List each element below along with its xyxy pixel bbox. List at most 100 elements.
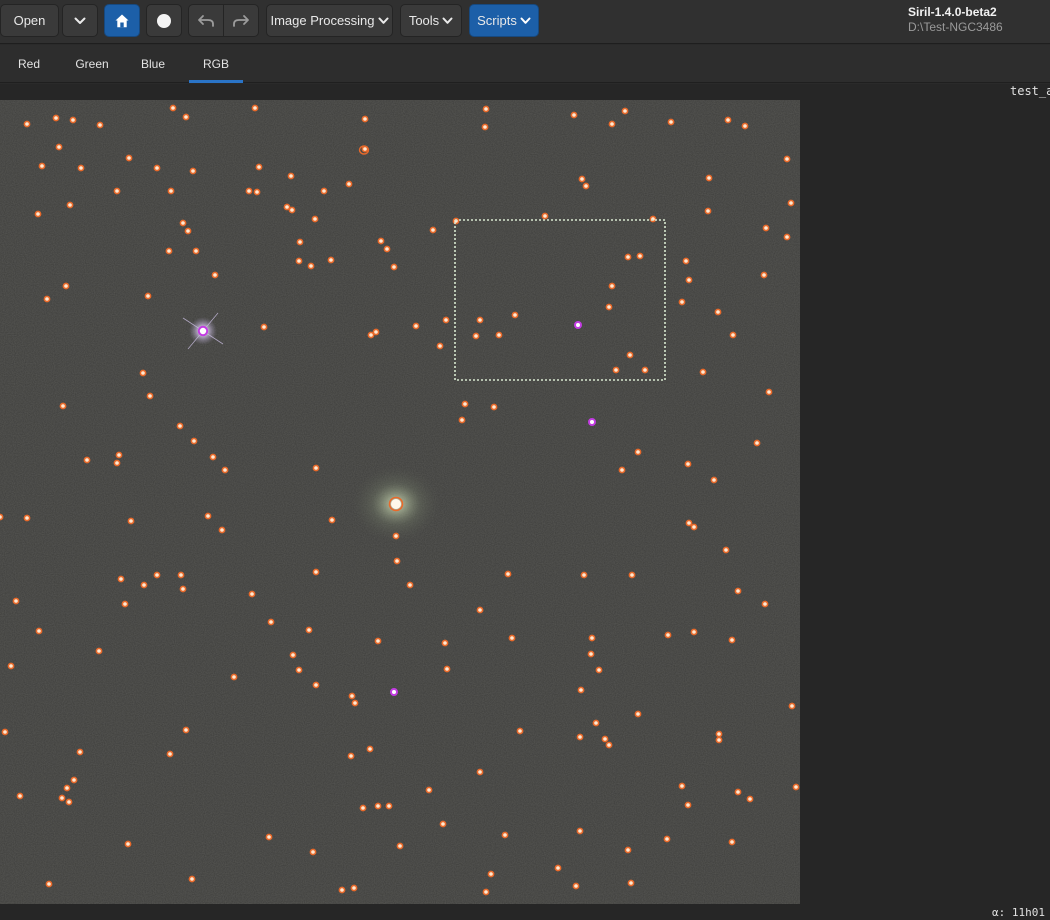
chevron-down-icon (74, 17, 86, 25)
star-marker (166, 750, 174, 758)
star-marker (412, 322, 420, 330)
star-marker (1, 728, 9, 736)
record-button[interactable] (146, 4, 182, 37)
star-marker (338, 886, 346, 894)
star-marker (12, 597, 20, 605)
tab-green[interactable]: Green (66, 45, 118, 83)
star-marker (572, 882, 580, 890)
image-viewport[interactable]: test_a α: 11h01 (0, 84, 1050, 920)
star-marker (55, 143, 63, 151)
star-marker (472, 332, 480, 340)
star-marker (307, 262, 315, 270)
star-marker (746, 795, 754, 803)
star-marker (146, 392, 154, 400)
star-marker (792, 783, 800, 791)
undo-button[interactable] (188, 4, 224, 37)
star-marker (608, 120, 616, 128)
star-marker (265, 833, 273, 841)
star-marker (255, 163, 263, 171)
star-marker (608, 282, 616, 290)
star-marker (576, 733, 584, 741)
star-marker (481, 123, 489, 131)
star-marker (705, 174, 713, 182)
star-marker (0, 513, 4, 521)
tab-label: Blue (140, 57, 166, 71)
star-marker (592, 719, 600, 727)
star-marker (209, 453, 217, 461)
star-marker (96, 121, 104, 129)
open-button[interactable]: Open (0, 4, 59, 37)
image-processing-menu[interactable]: Image Processing (266, 4, 393, 37)
star-marker (728, 838, 736, 846)
star-marker (628, 571, 636, 579)
star-marker (393, 557, 401, 565)
star-marker (667, 118, 675, 126)
star-marker (52, 114, 60, 122)
star-marker (699, 368, 707, 376)
star-marker (487, 870, 495, 878)
star-marker (374, 637, 382, 645)
star-marker (476, 606, 484, 614)
star-marker (188, 875, 196, 883)
star-marker (788, 702, 796, 710)
star-marker (452, 217, 460, 225)
highlight-marker (588, 418, 596, 426)
star-marker (601, 735, 609, 743)
chevron-down-icon (442, 17, 453, 25)
star-marker (685, 276, 693, 284)
star-marker (761, 600, 769, 608)
star-marker (504, 570, 512, 578)
star-marker (221, 466, 229, 474)
star-marker (312, 464, 320, 472)
star-marker (295, 257, 303, 265)
open-menu-button[interactable] (62, 4, 98, 37)
star-marker (624, 253, 632, 261)
star-marker (309, 848, 317, 856)
tools-menu[interactable]: Tools (400, 4, 462, 37)
star-marker (383, 245, 391, 253)
star-marker (663, 835, 671, 843)
star-marker (83, 456, 91, 464)
tab-rgb[interactable]: RGB (189, 45, 243, 83)
star-marker (578, 175, 586, 183)
star-marker (127, 517, 135, 525)
circle-icon (156, 13, 172, 29)
tab-red[interactable]: Red (8, 45, 50, 83)
star-marker (165, 247, 173, 255)
star-marker (113, 187, 121, 195)
star-marker (690, 628, 698, 636)
star-marker (377, 237, 385, 245)
coordinate-readout: α: 11h01 (992, 906, 1045, 919)
star-marker (636, 252, 644, 260)
redo-button[interactable] (223, 4, 259, 37)
star-marker (70, 776, 78, 784)
star-marker (624, 846, 632, 854)
star-marker (117, 575, 125, 583)
star-marker (327, 256, 335, 264)
tab-blue[interactable]: Blue (130, 45, 176, 83)
astro-image[interactable] (0, 100, 800, 904)
home-button[interactable] (104, 4, 140, 37)
star-marker (190, 437, 198, 445)
star-marker (218, 526, 226, 534)
star-marker (348, 692, 356, 700)
tab-label: RGB (202, 57, 229, 71)
star-marker (715, 730, 723, 738)
scripts-menu[interactable]: Scripts (469, 4, 539, 37)
star-marker (684, 801, 692, 809)
star-marker (511, 311, 519, 319)
star-marker (167, 187, 175, 195)
star-marker (361, 115, 369, 123)
star-marker (443, 665, 451, 673)
star-marker (95, 647, 103, 655)
star-marker (570, 111, 578, 119)
star-marker (439, 820, 447, 828)
star-marker (296, 238, 304, 246)
star-marker (184, 227, 192, 235)
star-marker (734, 788, 742, 796)
star-marker (482, 105, 490, 113)
star-marker (741, 122, 749, 130)
star-marker (211, 271, 219, 279)
star-marker (267, 618, 275, 626)
star-marker (476, 768, 484, 776)
